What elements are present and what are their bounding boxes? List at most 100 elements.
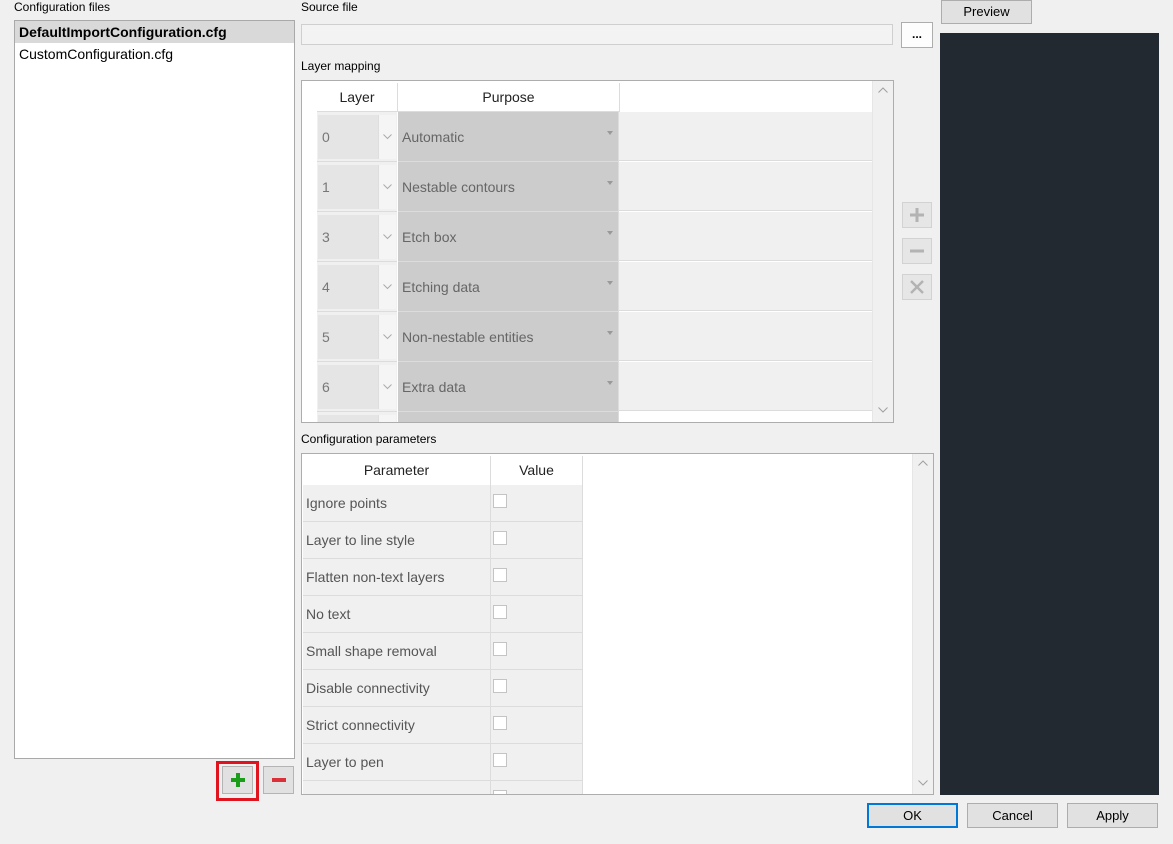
config-files-list[interactable]: DefaultImportConfiguration.cfg CustomCon… (14, 20, 295, 759)
table-row: Ignore points (303, 485, 583, 522)
column-header-parameter[interactable]: Parameter (303, 456, 491, 485)
parameter-name: Ignore points (303, 485, 491, 522)
column-header-purpose[interactable]: Purpose (398, 83, 620, 112)
chevron-down-icon[interactable] (918, 780, 928, 786)
parameters-scrollbar[interactable] (912, 454, 933, 794)
chevron-down-icon (383, 184, 392, 190)
table-row: Layer to pen (303, 744, 583, 781)
layer-combo[interactable]: 3 (318, 215, 396, 259)
table-row: Strict connectivity (303, 707, 583, 744)
close-icon (910, 280, 924, 294)
ok-button[interactable]: OK (867, 803, 958, 828)
parameter-name: Layer to pen (303, 744, 491, 781)
table-row: Flatten non-text layers (303, 559, 583, 596)
config-file-item[interactable]: CustomConfiguration.cfg (15, 43, 294, 65)
source-file-label: Source file (301, 0, 358, 14)
parameter-checkbox[interactable] (493, 568, 507, 582)
parameter-name: No text (303, 596, 491, 633)
layer-mapping-label: Layer mapping (301, 59, 381, 73)
remove-layer-button[interactable] (902, 238, 932, 264)
parameter-checkbox[interactable] (493, 679, 507, 693)
layer-value: 3 (322, 229, 330, 245)
layer-combo[interactable]: 5 (318, 315, 396, 359)
table-row (303, 781, 583, 794)
purpose-combo[interactable]: Etch box (398, 212, 619, 262)
chevron-down-icon[interactable] (878, 407, 888, 413)
table-row: Disable connectivity (303, 670, 583, 707)
layer-table-scrollbar[interactable] (872, 81, 893, 422)
chevron-down-icon (383, 384, 392, 390)
parameter-checkbox[interactable] (493, 531, 507, 545)
plus-icon (230, 773, 245, 787)
source-file-input[interactable] (301, 24, 893, 45)
table-row[interactable]: 0 Automatic (317, 112, 872, 162)
layer-combo[interactable]: 4 (318, 265, 396, 309)
purpose-value: Non-nestable entities (402, 329, 534, 345)
add-config-button[interactable] (222, 766, 253, 794)
table-row[interactable]: 6 Extra data (317, 362, 872, 412)
table-row: Small shape removal (303, 633, 583, 670)
parameter-checkbox[interactable] (493, 716, 507, 730)
table-row: No text (303, 596, 583, 633)
table-row[interactable]: 3 Etch box (317, 212, 872, 262)
purpose-value: Extra data (402, 379, 466, 395)
add-layer-button[interactable] (902, 202, 932, 228)
parameter-checkbox[interactable] (493, 494, 507, 508)
dropdown-arrow-icon (607, 181, 613, 185)
parameter-checkbox[interactable] (493, 753, 507, 767)
dropdown-arrow-icon (607, 331, 613, 335)
layer-value: 4 (322, 279, 330, 295)
preview-canvas (940, 33, 1159, 795)
purpose-combo[interactable]: Automatic (398, 112, 619, 162)
dropdown-arrow-icon (607, 131, 613, 135)
layer-value: 5 (322, 329, 330, 345)
parameter-checkbox[interactable] (493, 605, 507, 619)
parameter-name: Disable connectivity (303, 670, 491, 707)
minus-icon (271, 778, 286, 782)
column-header-value[interactable]: Value (491, 456, 583, 485)
remove-config-button[interactable] (263, 766, 294, 794)
chevron-up-icon[interactable] (878, 87, 888, 93)
chevron-down-icon (383, 334, 392, 340)
purpose-combo[interactable]: Etching data (398, 262, 619, 312)
plus-icon (910, 208, 924, 222)
table-row[interactable]: 4 Etching data (317, 262, 872, 312)
chevron-up-icon[interactable] (918, 460, 928, 466)
table-row[interactable] (317, 412, 872, 422)
apply-button[interactable]: Apply (1067, 803, 1158, 828)
layer-value: 0 (322, 129, 330, 145)
purpose-combo[interactable]: Extra data (398, 362, 619, 412)
config-parameters-table[interactable]: Parameter Value Ignore points Layer to l… (301, 453, 934, 795)
config-file-item[interactable]: DefaultImportConfiguration.cfg (15, 21, 294, 43)
purpose-value: Nestable contours (402, 179, 515, 195)
parameter-name: Strict connectivity (303, 707, 491, 744)
purpose-value: Etching data (402, 279, 480, 295)
parameter-name: Layer to line style (303, 522, 491, 559)
layer-combo[interactable]: 6 (318, 365, 396, 409)
dropdown-arrow-icon (607, 281, 613, 285)
cancel-button[interactable]: Cancel (967, 803, 1058, 828)
purpose-value: Etch box (402, 229, 457, 245)
layer-combo[interactable]: 0 (318, 115, 396, 159)
config-files-label: Configuration files (14, 0, 111, 14)
layer-mapping-table[interactable]: Layer Purpose 0 Automatic 1 Nestable con… (301, 80, 894, 423)
column-header-layer[interactable]: Layer (317, 83, 398, 112)
dropdown-arrow-icon (607, 381, 613, 385)
preview-button[interactable]: Preview (941, 0, 1032, 24)
chevron-down-icon (383, 284, 392, 290)
browse-button[interactable]: ... (901, 22, 933, 48)
layer-value: 6 (322, 379, 330, 395)
layer-value: 1 (322, 179, 330, 195)
minus-icon (910, 249, 924, 253)
purpose-combo[interactable]: Nestable contours (398, 162, 619, 212)
layer-combo[interactable]: 1 (318, 165, 396, 209)
parameter-name: Flatten non-text layers (303, 559, 491, 596)
dropdown-arrow-icon (607, 231, 613, 235)
table-row[interactable]: 1 Nestable contours (317, 162, 872, 212)
clear-layers-button[interactable] (902, 274, 932, 300)
chevron-down-icon (383, 234, 392, 240)
table-row[interactable]: 5 Non-nestable entities (317, 312, 872, 362)
purpose-combo[interactable]: Non-nestable entities (398, 312, 619, 362)
parameter-name: Small shape removal (303, 633, 491, 670)
parameter-checkbox[interactable] (493, 642, 507, 656)
